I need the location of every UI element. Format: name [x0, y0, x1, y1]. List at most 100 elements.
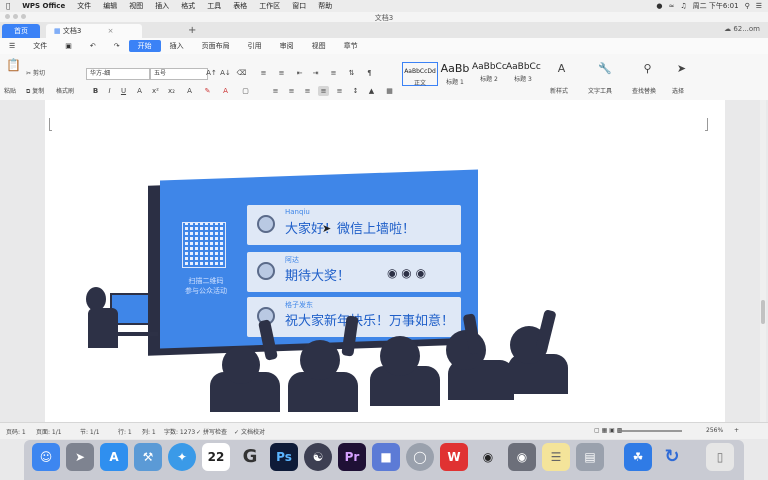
show-marks-icon[interactable]: ¶ — [364, 68, 375, 78]
clear-format-icon[interactable]: ⌫ — [236, 68, 247, 78]
new-style-button[interactable]: 新样式 — [550, 86, 568, 95]
books-icon[interactable]: ▤ — [576, 443, 604, 471]
spellcheck-button[interactable]: ✓ 拼写检查 — [196, 427, 227, 436]
menu-window[interactable]: 窗口 — [286, 1, 312, 11]
numbering-icon[interactable]: ≡ — [276, 68, 287, 78]
scrollbar-thumb[interactable] — [761, 300, 765, 324]
bullets-icon[interactable]: ≡ — [258, 68, 269, 78]
menu-tab-file[interactable]: 文件 — [24, 40, 56, 52]
menu-tab-review[interactable]: 审阅 — [271, 40, 303, 52]
shrink-font-icon[interactable]: A↓ — [220, 68, 231, 78]
wifi-icon[interactable]: ≈ — [668, 2, 674, 10]
quick-save-icon[interactable]: ▣ — [56, 40, 81, 52]
keynote-icon[interactable]: ■ — [372, 443, 400, 471]
superscript-icon[interactable]: x² — [150, 86, 161, 96]
subscript-icon[interactable]: x₂ — [166, 86, 177, 96]
menu-app[interactable]: WPS Office — [16, 2, 71, 10]
strikethrough-icon[interactable]: А — [134, 86, 145, 96]
paste-label[interactable]: 粘贴 — [4, 86, 16, 95]
border-icon[interactable]: ▦ — [384, 86, 395, 96]
text-effect-icon[interactable]: A — [184, 86, 195, 96]
text-tools-button[interactable]: 文字工具 — [588, 86, 612, 95]
control-center-icon[interactable]: ☰ — [756, 2, 762, 10]
bold-icon[interactable]: B — [90, 86, 101, 96]
sort-icon[interactable]: ⇅ — [346, 68, 357, 78]
decrease-indent-icon[interactable]: ⇤ — [294, 68, 305, 78]
search-icon[interactable]: ⚲ — [745, 2, 750, 10]
underline-icon[interactable]: U — [118, 86, 129, 96]
menu-view[interactable]: 视图 — [123, 1, 149, 11]
tab-home[interactable]: 首页 — [2, 24, 40, 38]
menu-tab-view[interactable]: 视图 — [303, 40, 335, 52]
edge-icon[interactable]: ↻ — [658, 443, 686, 471]
status-pages[interactable]: 页面: 1/1 — [36, 427, 62, 436]
pr-helper-icon[interactable]: ☯ — [304, 443, 332, 471]
rocket-icon[interactable]: ➤ — [66, 443, 94, 471]
new-tab-button[interactable]: + — [180, 24, 204, 38]
copy-button[interactable]: ⧉ 复制 — [26, 86, 44, 96]
font-color-icon[interactable]: A — [220, 86, 231, 96]
cut-button[interactable]: ✂ 剪切 — [26, 68, 45, 77]
menu-tab-layout[interactable]: 页面布局 — [193, 40, 239, 52]
zoom-level[interactable]: 256% — [706, 427, 723, 434]
italic-icon[interactable]: I — [104, 86, 115, 96]
style-heading-3[interactable]: AaBbCc 标题 3 — [506, 62, 541, 84]
style-normal[interactable]: AaBbCcDd 正文 — [402, 62, 438, 87]
grow-font-icon[interactable]: A↑ — [206, 68, 217, 78]
notes-icon[interactable]: ☰ — [542, 443, 570, 471]
status-words[interactable]: 字数: 1273 — [164, 427, 195, 436]
menu-help[interactable]: 帮助 — [312, 1, 338, 11]
volume-icon[interactable]: ♫ — [680, 2, 686, 10]
calendar-icon[interactable]: 22 — [202, 443, 230, 471]
menu-insert[interactable]: 插入 — [149, 1, 175, 11]
justify-icon[interactable]: ≡ — [318, 86, 329, 96]
trash-icon[interactable]: ▯ — [706, 443, 734, 471]
wps-icon[interactable]: W — [440, 443, 468, 471]
clock[interactable]: 周二 下午6:01 — [693, 1, 739, 11]
menu-workspace[interactable]: 工作区 — [253, 1, 286, 11]
chrome-icon[interactable]: ◯ — [406, 443, 434, 471]
style-heading-1[interactable]: AaBb 标题 1 — [438, 62, 472, 86]
quick-redo-icon[interactable]: ↷ — [105, 40, 129, 52]
status-section[interactable]: 节: 1/1 — [80, 427, 100, 436]
status-icon[interactable]: ● — [656, 2, 662, 10]
style-heading-2[interactable]: AaBbCc 标题 2 — [472, 62, 507, 84]
status-page[interactable]: 页码: 1 — [6, 427, 26, 436]
line-spacing-icon[interactable]: ↕ — [350, 86, 361, 96]
highlight-icon[interactable]: ✎ — [202, 86, 213, 96]
menu-edit[interactable]: 编辑 — [97, 1, 123, 11]
status-col[interactable]: 列: 1 — [142, 427, 156, 436]
select-icon[interactable]: ➤ — [676, 63, 687, 74]
menu-table[interactable]: 表格 — [227, 1, 253, 11]
align-right-icon[interactable]: ≡ — [302, 86, 313, 96]
quick-undo-icon[interactable]: ↶ — [81, 40, 105, 52]
doc-check-button[interactable]: ✓ 文档校对 — [234, 427, 265, 436]
tab-document[interactable]: ▦ 文档3 × — [46, 24, 142, 38]
menu-tab-references[interactable]: 引用 — [239, 40, 271, 52]
close-tab-icon[interactable]: × — [108, 27, 114, 35]
menu-format[interactable]: 格式 — [175, 1, 201, 11]
find-replace-button[interactable]: 查找替换 — [632, 86, 656, 95]
font-family-select[interactable]: 华方-细 — [86, 68, 150, 80]
finder-icon[interactable]: ☺ — [32, 443, 60, 471]
ps-icon[interactable]: Ps — [270, 443, 298, 471]
appstore-icon[interactable]: A — [100, 443, 128, 471]
font-size-select[interactable]: 五号 — [150, 68, 208, 80]
zoom-in-icon[interactable]: + — [734, 427, 739, 434]
align-left-icon[interactable]: ≡ — [270, 86, 281, 96]
status-row[interactable]: 行: 1 — [118, 427, 132, 436]
format-painter-button[interactable]: 格式刷 — [56, 86, 74, 95]
char-border-icon[interactable]: ▢ — [240, 86, 251, 96]
xcode-icon[interactable]: ⚒ — [134, 443, 162, 471]
distributed-icon[interactable]: ≡ — [334, 86, 345, 96]
increase-indent-icon[interactable]: ⇥ — [310, 68, 321, 78]
wechat-icon[interactable]: ◉ — [508, 443, 536, 471]
apple-icon[interactable]:  — [0, 2, 16, 10]
baidu-icon[interactable]: ☘ — [624, 443, 652, 471]
text-tools-icon[interactable]: 🔧 — [598, 63, 612, 74]
premiere-icon[interactable]: Pr — [338, 443, 366, 471]
paste-icon[interactable]: 📋 — [6, 59, 21, 71]
new-style-icon[interactable]: A — [556, 63, 567, 74]
menu-tab-insert[interactable]: 插入 — [161, 40, 193, 52]
account-label[interactable]: ☁ 62...om — [724, 25, 760, 33]
